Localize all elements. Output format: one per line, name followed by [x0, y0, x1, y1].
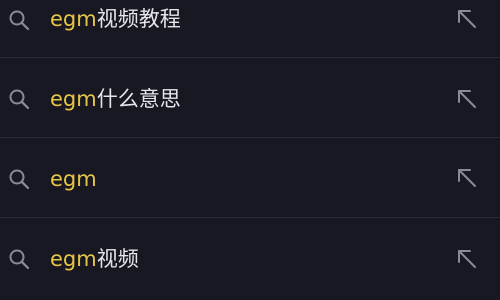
suggestion-item[interactable]: egm视频	[0, 218, 500, 298]
suggestion-rest: 视频教程	[96, 7, 181, 31]
suggestion-text: egm视频教程	[50, 4, 181, 34]
suggestion-text: egm视频	[50, 244, 139, 274]
arrow-up-left-icon[interactable]	[455, 7, 479, 31]
search-icon	[9, 10, 30, 31]
suggestion-keyword: egm	[50, 7, 97, 31]
search-icon	[9, 249, 30, 270]
arrow-up-left-icon[interactable]	[455, 166, 479, 190]
search-icon	[9, 89, 30, 110]
suggestion-text: egm什么意思	[50, 84, 181, 114]
suggestion-keyword: egm	[50, 167, 97, 191]
suggestion-keyword: egm	[50, 87, 97, 111]
suggestion-item[interactable]: egm视频教程	[0, 0, 500, 60]
suggestion-keyword: egm	[50, 247, 97, 271]
search-icon	[9, 169, 30, 190]
suggestion-item[interactable]: egm什么意思	[0, 58, 500, 138]
suggestion-item[interactable]: egm	[0, 138, 500, 218]
suggestion-rest: 视频	[96, 247, 139, 271]
suggestion-text: egm	[50, 164, 97, 194]
search-suggestion-list: egm视频教程 egm什么意思 egm egm视频	[0, 0, 500, 300]
arrow-up-left-icon[interactable]	[455, 247, 479, 271]
arrow-up-left-icon[interactable]	[455, 87, 479, 111]
suggestion-rest: 什么意思	[96, 87, 181, 111]
